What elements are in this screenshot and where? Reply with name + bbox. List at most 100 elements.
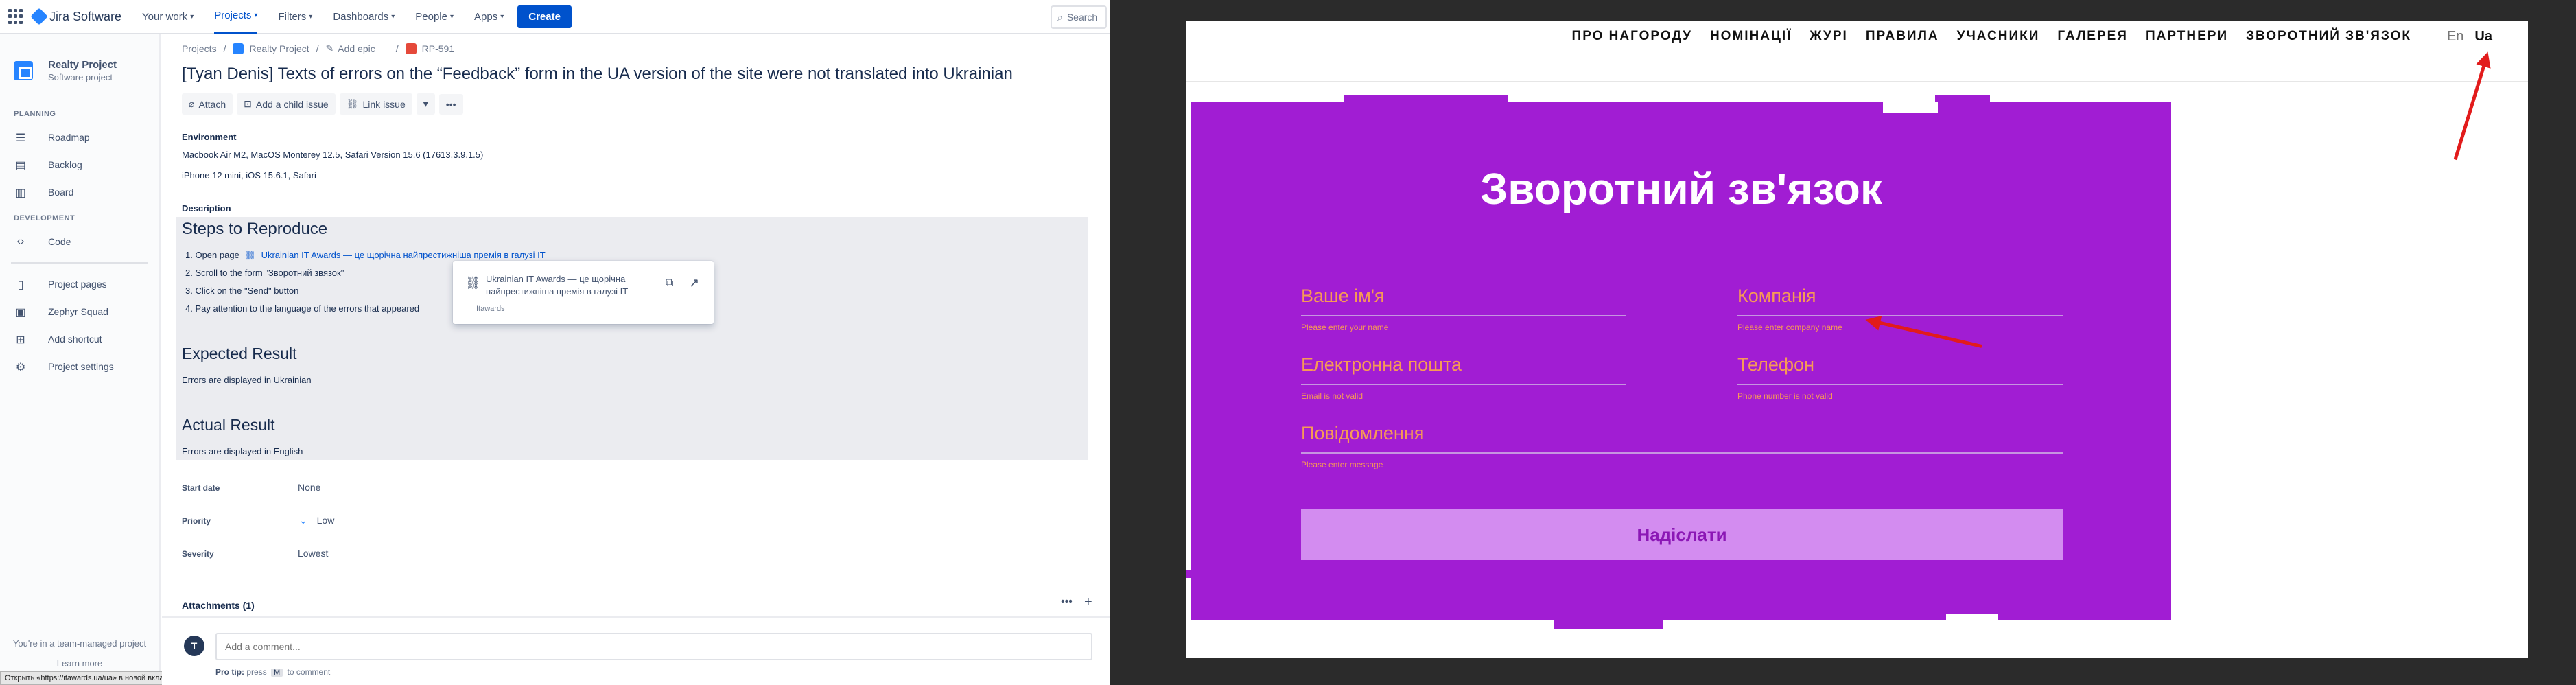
site-nav-item[interactable]: ПРО НАГОРОДУ	[1572, 29, 1692, 44]
team-managed-note: You're in a team-managed project	[12, 638, 147, 649]
priority-label: Priority	[182, 516, 211, 526]
more-icon[interactable]: •••	[1061, 596, 1073, 608]
link-preview-title[interactable]: Ukrainian IT Awards — це щорічна найпрес…	[486, 273, 657, 298]
name-field[interactable]: Ваше ім'я Please enter your name	[1301, 286, 1626, 332]
link-preview-domain: Itawards	[476, 305, 505, 313]
breadcrumb-project[interactable]: Realty Project	[249, 43, 309, 54]
site-nav-item[interactable]: ГАЛЕРЕЯ	[2057, 29, 2128, 44]
chevron-down-icon: ▾	[423, 98, 428, 109]
site-nav-item[interactable]: ЗВОРОТНИЙ ЗВ'ЯЗОК	[2246, 29, 2411, 44]
jira-diamond-icon	[30, 8, 48, 25]
backlog-icon: ▤	[15, 160, 26, 172]
nav-your-work[interactable]: Your work ▾	[142, 0, 194, 34]
comment-bar: T Pro tip: press M to comment	[162, 616, 1110, 685]
chevron-down-icon: ▾	[254, 12, 258, 19]
step-3: 3. Click on the "Send" button	[185, 286, 299, 296]
sidebar-item-board[interactable]: ▥ Board	[0, 178, 159, 206]
phone-field[interactable]: Телефон Phone number is not valid	[1737, 354, 2063, 401]
issue-view: Projects / Realty Project / ✎ Add epic /…	[162, 34, 1110, 685]
app-switcher-icon[interactable]	[8, 9, 23, 24]
pencil-icon: ✎	[325, 43, 334, 54]
create-button[interactable]: Create	[517, 5, 572, 28]
breadcrumb-projects[interactable]: Projects	[182, 43, 217, 54]
site-nav: ПРО НАГОРОДУ НОМІНАЦІЇ ЖУРІ ПРАВИЛА УЧАС…	[1554, 29, 2411, 44]
add-child-issue-button[interactable]: ⊡ Add a child issue	[237, 93, 336, 115]
copy-icon[interactable]: ⧉	[666, 277, 673, 290]
field-label: Телефон	[1737, 354, 1815, 375]
message-field[interactable]: Повідомлення Please enter message	[1301, 423, 2063, 469]
sidebar-item-add-shortcut[interactable]: ⊞ Add shortcut	[0, 325, 159, 353]
add-icon[interactable]: +	[1084, 594, 1092, 610]
environment-line: iPhone 12 mini, iOS 15.6.1, Safari	[182, 170, 316, 181]
chevron-down-icon: ▾	[391, 12, 395, 21]
nav-apps[interactable]: Apps ▾	[474, 0, 504, 34]
site-nav-item[interactable]: НОМІНАЦІЇ	[1710, 29, 1792, 44]
link-icon: ⛓	[465, 276, 481, 290]
site-nav-item[interactable]: ПРАВИЛА	[1866, 29, 1939, 44]
sidebar-item-project-settings[interactable]: ⚙ Project settings	[0, 353, 159, 380]
open-external-icon[interactable]: ↗	[689, 276, 699, 290]
website-screenshot: ПРО НАГОРОДУ НОМІНАЦІЇ ЖУРІ ПРАВИЛА УЧАС…	[1186, 21, 2528, 658]
card-decoration	[1554, 619, 1663, 629]
nav-projects[interactable]: Projects ▾	[214, 0, 258, 34]
card-decoration	[1186, 570, 1194, 578]
description-label: Description	[182, 203, 231, 213]
link-dropdown-button[interactable]: ▾	[416, 93, 435, 115]
pages-icon: ▯	[17, 279, 24, 291]
email-field[interactable]: Електронна пошта Email is not valid	[1301, 354, 1626, 401]
nav-filters[interactable]: Filters ▾	[278, 0, 312, 34]
issue-key[interactable]: RP-591	[422, 43, 454, 54]
nav-dashboards[interactable]: Dashboards ▾	[333, 0, 395, 34]
severity-label: Severity	[182, 549, 214, 559]
sidebar-item-project-pages[interactable]: ▯ Project pages	[0, 270, 159, 298]
site-nav-item[interactable]: ЖУРІ	[1810, 29, 1847, 44]
link-issue-button[interactable]: ⛓ Link issue	[339, 93, 412, 115]
chevron-down-icon: ▾	[449, 12, 454, 21]
more-actions-button[interactable]: •••	[438, 93, 463, 115]
step-1-link[interactable]: Ukrainian IT Awards — це щорічна найпрес…	[261, 250, 546, 260]
code-icon: ‹›	[16, 235, 25, 247]
steps-heading: Steps to Reproduce	[182, 220, 328, 238]
comment-input[interactable]	[215, 633, 1092, 660]
nav-people[interactable]: People ▾	[415, 0, 454, 34]
sidebar-item-code[interactable]: ‹› Code	[0, 228, 159, 255]
sidebar-item-backlog[interactable]: ▤ Backlog	[0, 151, 159, 178]
section-title-planning: PLANNING	[14, 110, 56, 118]
step-1: 1. Open page ⛓ Ukrainian IT Awards — це …	[185, 250, 546, 260]
field-underline	[1301, 315, 1626, 316]
step-4: 4. Pay attention to the language of the …	[185, 303, 420, 314]
issue-title[interactable]: [Tyan Denis] Texts of errors on the “Fee…	[182, 65, 1013, 84]
site-nav-item[interactable]: УЧАСНИКИ	[1957, 29, 2040, 44]
attach-button[interactable]: ⌀ Attach	[182, 93, 233, 115]
browser-status-bar: Открыть «https://itawards.ua/ua» в новой…	[0, 671, 181, 685]
board-icon: ▥	[15, 187, 26, 199]
lang-ua[interactable]: Ua	[2474, 29, 2492, 45]
learn-more-link[interactable]: Learn more	[0, 658, 159, 669]
jira-window: Jira Software Your work ▾ Projects ▾ Filte…	[0, 0, 1110, 685]
link-preview-popup[interactable]: ⛓ Ukrainian IT Awards — це щорічна найпр…	[453, 261, 714, 324]
pro-tip: Pro tip: press M to comment	[215, 667, 331, 677]
jira-logo[interactable]: Jira Software	[30, 8, 121, 25]
site-nav-item[interactable]: ПАРТНЕРИ	[2146, 29, 2228, 44]
sidebar-item-zephyr-squad[interactable]: ▣ Zephyr Squad	[0, 298, 159, 325]
search-input[interactable]: ⌕ Search	[1051, 5, 1107, 29]
settings-icon: ⚙	[15, 362, 26, 373]
section-title-development: DEVELOPMENT	[14, 214, 75, 222]
project-header[interactable]: Realty Project Software project	[0, 34, 159, 82]
expected-heading: Expected Result	[182, 345, 297, 362]
severity-value[interactable]: Lowest	[298, 548, 328, 559]
actual-heading: Actual Result	[182, 416, 275, 434]
priority-value[interactable]: ⌄ Low	[299, 515, 334, 526]
issue-action-bar: ⌀ Attach ⊡ Add a child issue ⛓ Link issue ▾…	[182, 93, 467, 115]
chevron-down-icon: ▾	[309, 12, 313, 21]
lang-en[interactable]: En	[2447, 29, 2463, 45]
start-date-value[interactable]: None	[298, 482, 320, 493]
sidebar-item-roadmap[interactable]: ☰ Roadmap	[0, 124, 159, 151]
project-avatar	[14, 61, 33, 80]
add-epic-button[interactable]: Add epic	[338, 43, 375, 54]
more-icon: •••	[445, 98, 456, 110]
card-decoration	[1883, 102, 1938, 113]
field-label: Електронна пошта	[1301, 354, 1462, 375]
send-button[interactable]: Надіслати	[1301, 509, 2063, 560]
roadmap-icon: ☰	[15, 132, 26, 144]
